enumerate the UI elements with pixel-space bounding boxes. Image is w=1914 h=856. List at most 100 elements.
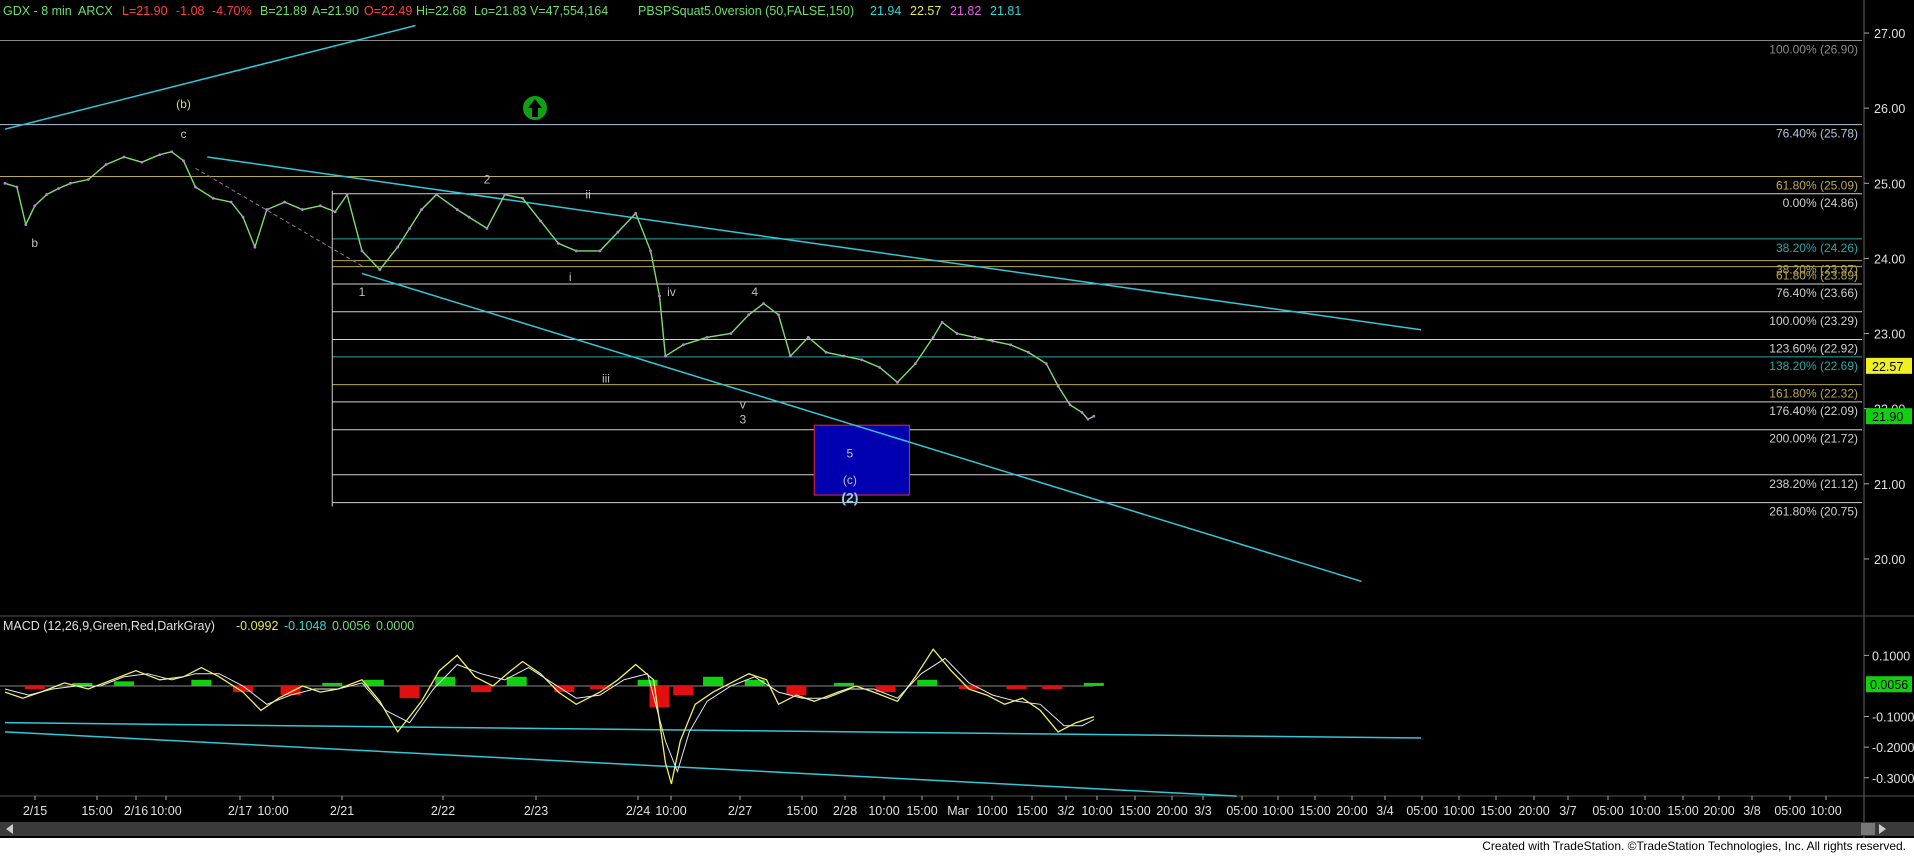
footer-bar: Created with TradeStation. ©TradeStation…	[0, 838, 1914, 856]
macd-tick-label: -0.3000	[1872, 772, 1914, 786]
price-point	[824, 350, 828, 354]
price-point	[378, 268, 382, 272]
wave-label: i	[569, 270, 572, 284]
time-tick-label: 10:00	[1810, 804, 1841, 818]
price-point	[973, 335, 977, 339]
price-point	[598, 249, 602, 253]
scrollbar-thumb	[1861, 823, 1875, 835]
price-point	[15, 185, 19, 189]
price-point	[1092, 414, 1096, 418]
indicator-label: PBSPSquat5.0version (50,FALSE,150)	[638, 4, 854, 18]
time-tick-label: 2/27	[728, 804, 752, 818]
macd-hist-bar	[649, 685, 670, 708]
fib-label: 161.80% (22.32)	[1769, 387, 1858, 401]
low-label: Lo=21.83	[474, 4, 527, 18]
time-tick-label: 2/17	[228, 804, 252, 818]
wave-label: iv	[667, 285, 676, 299]
price-point	[318, 204, 322, 208]
price-point	[24, 223, 28, 227]
time-tick-label: 20:00	[1518, 804, 1549, 818]
price-point	[789, 354, 792, 358]
time-tick-label: 10:00	[1081, 804, 1112, 818]
price-point	[842, 354, 846, 358]
price-point	[158, 153, 162, 157]
time-tick-label: 2/23	[524, 804, 548, 818]
fib-label: 0.00% (24.86)	[1783, 196, 1858, 210]
price-point	[931, 335, 935, 339]
price-point	[396, 245, 400, 249]
time-tick-label: 2/28	[833, 804, 857, 818]
price-point	[333, 210, 337, 214]
price-point	[420, 208, 423, 211]
macd-hist-bar	[24, 685, 45, 690]
macd-tag-label: 0.0056	[1870, 678, 1908, 692]
macd-hist-bar	[786, 685, 807, 696]
price-point	[705, 335, 709, 339]
macd-hist-bar	[471, 685, 491, 693]
price-point	[345, 193, 349, 196]
macd-hist-bar	[1006, 685, 1027, 690]
price-point	[122, 155, 126, 159]
price-tick-label: 20.00	[1874, 553, 1905, 567]
wave-label: 5	[847, 447, 854, 461]
fib-label: 38.20% (24.26)	[1776, 241, 1858, 255]
time-tick-label: 10:00	[868, 804, 899, 818]
scrollbar-track	[0, 822, 1914, 836]
price-tick-label: 21.00	[1874, 478, 1905, 492]
macd-hist-bar	[833, 682, 854, 686]
price-point	[3, 181, 7, 185]
bid-label: B=21.89	[260, 4, 307, 18]
time-tick-label: Mar	[947, 804, 969, 818]
price-point	[1086, 417, 1090, 421]
price-tick-label: 25.00	[1874, 177, 1905, 191]
wave-label: v	[740, 398, 746, 412]
price-point	[467, 215, 471, 219]
price-point	[57, 187, 60, 190]
time-tick-label: 2/15	[23, 804, 47, 818]
macd-tick-label: 0.1000	[1872, 649, 1910, 663]
time-tick-label: 2/16	[124, 804, 148, 818]
price-point	[1027, 350, 1030, 354]
price-point	[991, 339, 995, 343]
price-point	[170, 150, 174, 154]
wave-label: 2	[484, 172, 491, 186]
price-point	[616, 230, 620, 234]
fib-label: 100.00% (23.29)	[1769, 314, 1858, 328]
time-tick-label: 15:00	[1119, 804, 1150, 818]
time-tick-label: 15:00	[1299, 804, 1330, 818]
time-tick-label: 15:00	[906, 804, 937, 818]
wave-label: 3	[739, 413, 746, 427]
time-tick-label: 2/24	[626, 804, 650, 818]
fib-label: 261.80% (20.75)	[1769, 505, 1858, 519]
price-chart[interactable]: GDX - 8 min ARCX L=21.90 -1.08 -4.70% B=…	[0, 0, 1914, 838]
price-tick-label: 26.00	[1874, 102, 1905, 116]
price-point	[104, 163, 108, 166]
time-tick-label: 10:00	[1443, 804, 1474, 818]
wave-label: ii	[585, 187, 590, 201]
time-tick-label: 2/22	[431, 804, 455, 818]
credit-text: Created with TradeStation. ©TradeStation…	[1482, 839, 1906, 853]
price-point	[301, 208, 304, 211]
exchange-label: ARCX	[78, 4, 113, 18]
price-point	[860, 358, 864, 362]
wave-label: 1	[359, 285, 366, 299]
macd-label: MACD (12,26,9,Green,Red,DarkGray)	[3, 619, 215, 633]
indicator-value-2: 22.57	[910, 4, 941, 18]
up-arrow-icon	[523, 96, 547, 120]
price-point	[658, 294, 661, 298]
price-point	[69, 181, 72, 185]
time-tick-label: 20:00	[1703, 804, 1734, 818]
open-label: O=22.49	[364, 4, 412, 18]
price-point	[33, 204, 37, 208]
price-point	[455, 208, 459, 211]
price-point	[253, 245, 257, 249]
price-point	[485, 226, 489, 230]
price-point	[634, 211, 638, 215]
price-point	[229, 200, 233, 204]
price-point	[681, 343, 685, 347]
wave-label: (c)	[843, 473, 857, 487]
price-point	[265, 208, 269, 211]
price-point	[140, 160, 144, 164]
price-point	[283, 200, 287, 204]
price-point	[408, 226, 411, 230]
